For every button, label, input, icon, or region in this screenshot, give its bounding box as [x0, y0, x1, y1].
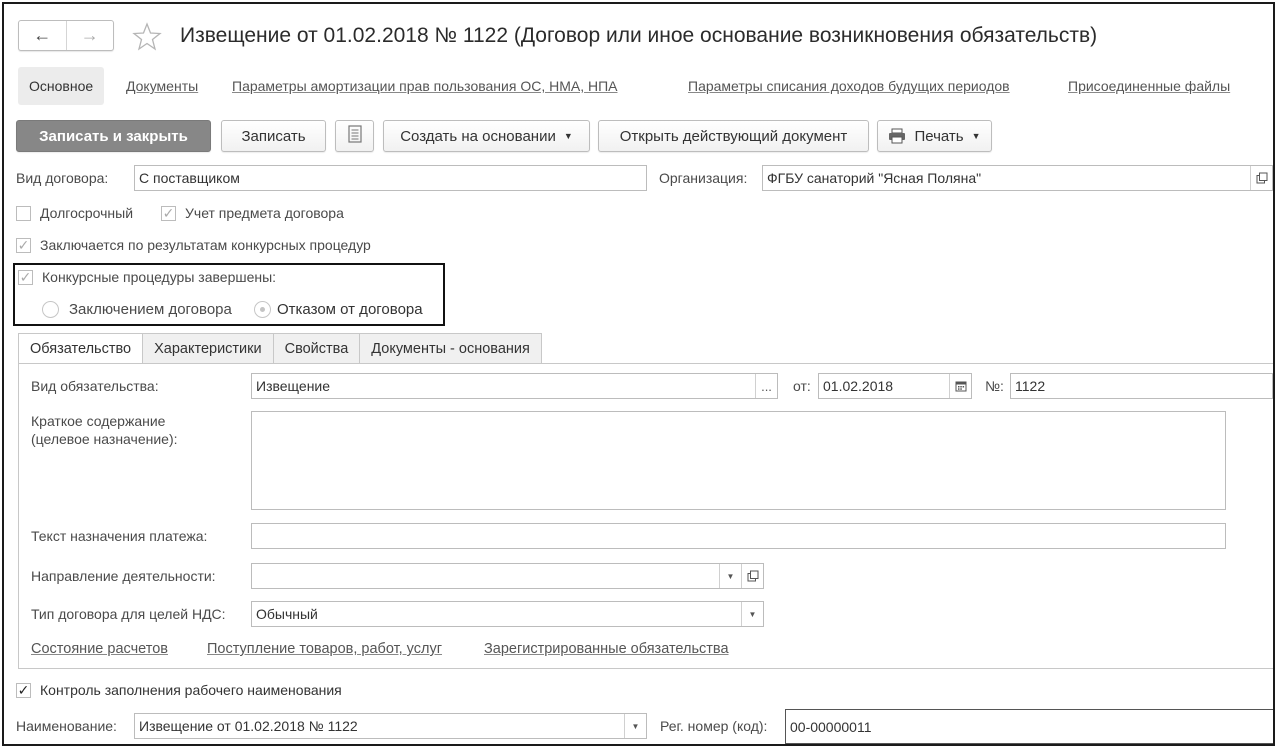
printer-icon	[888, 128, 906, 144]
tab-obligation[interactable]: Обязательство	[18, 333, 144, 364]
chevron-down-icon: ▼	[563, 131, 573, 141]
long-term-label: Долгосрочный	[40, 205, 134, 221]
open-current-document-label: Открыть действующий документ	[619, 127, 848, 145]
navigation-buttons: ← →	[18, 20, 114, 51]
organization-value: ФГБУ санаторий "Ясная Поляна"	[767, 170, 982, 186]
payment-text-label: Текст назначения платежа:	[31, 528, 208, 544]
competitive-done-option[interactable]: ✓ Конкурсные процедуры завершены:	[18, 269, 276, 285]
name-field[interactable]: Извещение от 01.02.2018 № 1122 ▼	[134, 713, 647, 739]
activity-label: Направление деятельности:	[31, 568, 216, 584]
save-and-close-label: Записать и закрыть	[39, 127, 188, 145]
competitive-option[interactable]: ✓ Заключается по результатам конкурсных …	[16, 237, 371, 253]
long-term-checkbox[interactable]	[16, 205, 31, 221]
list-menu-button[interactable]	[335, 120, 374, 152]
subject-accounting-checkbox[interactable]: ✓	[161, 205, 176, 221]
print-button[interactable]: Печать ▼	[877, 120, 992, 152]
control-naming-option[interactable]: ✓ Контроль заполнения рабочего наименова…	[16, 682, 342, 698]
competitive-label: Заключается по результатам конкурсных пр…	[40, 237, 371, 253]
organization-label: Организация:	[659, 170, 748, 186]
save-and-close-button[interactable]: Записать и закрыть	[16, 120, 211, 152]
summary-label-line2: (целевое назначение):	[31, 431, 178, 447]
open-icon[interactable]	[1250, 166, 1272, 190]
organization-field[interactable]: ФГБУ санаторий "Ясная Поляна"	[762, 165, 1273, 191]
radio-conclusion[interactable]	[42, 301, 59, 318]
contract-kind-field[interactable]: С поставщиком	[134, 165, 647, 191]
back-button[interactable]: ←	[19, 21, 66, 50]
link-settlements[interactable]: Состояние расчетов	[31, 641, 168, 657]
save-label: Записать	[241, 127, 306, 145]
section-main[interactable]: Основное	[18, 67, 105, 105]
chevron-down-icon[interactable]: ▼	[624, 714, 646, 738]
obligation-kind-value: Извещение	[256, 378, 331, 394]
section-amortization[interactable]: Параметры амортизации прав пользования О…	[232, 67, 618, 105]
calendar-icon[interactable]	[949, 374, 971, 398]
payment-text-field[interactable]	[251, 523, 1226, 549]
obligation-date-value: 01.02.2018	[823, 378, 894, 394]
open-current-document-button[interactable]: Открыть действующий документ	[598, 120, 869, 152]
tab-base-documents[interactable]: Документы - основания	[360, 333, 542, 364]
control-naming-checkbox[interactable]: ✓	[16, 682, 31, 698]
activity-field[interactable]: ▼	[251, 563, 764, 589]
contract-kind-label: Вид договора:	[16, 170, 109, 186]
obligation-number-label: №:	[985, 378, 1004, 394]
vat-type-field[interactable]: Обычный ▼	[251, 601, 764, 627]
subject-accounting-option[interactable]: ✓ Учет предмета договора	[161, 205, 344, 221]
link-receipts[interactable]: Поступление товаров, работ, услуг	[207, 641, 442, 657]
competitive-checkbox[interactable]: ✓	[16, 237, 31, 253]
radio-conclusion-option[interactable]: Заключением договора	[42, 301, 232, 318]
summary-textarea[interactable]	[251, 411, 1226, 510]
section-attached-files[interactable]: Присоединенные файлы	[1068, 67, 1230, 105]
content-tabs: Обязательство Характеристики Свойства До…	[18, 333, 542, 364]
document-title: Извещение от 01.02.2018 № 1122 (Договор …	[180, 24, 1098, 47]
reg-number-field[interactable]: 00-00000011	[785, 709, 1273, 744]
name-label: Наименование:	[16, 718, 117, 734]
name-value: Извещение от 01.02.2018 № 1122	[139, 718, 358, 734]
open-icon[interactable]	[741, 564, 763, 588]
obligation-number-field[interactable]: 1122	[1010, 373, 1273, 399]
subject-accounting-label: Учет предмета договора	[185, 205, 344, 221]
create-based-on-button[interactable]: Создать на основании ▼	[383, 120, 590, 152]
favorite-star-icon[interactable]	[132, 22, 162, 52]
choose-button[interactable]: ...	[755, 374, 777, 398]
document-window: ← → Извещение от 01.02.2018 № 1122 (Дого…	[2, 2, 1275, 746]
chevron-down-icon[interactable]: ▼	[741, 602, 763, 626]
chevron-down-icon: ▼	[971, 131, 981, 141]
obligation-kind-field[interactable]: Извещение ...	[251, 373, 778, 399]
radio-refusal[interactable]	[254, 301, 271, 318]
forward-button[interactable]: →	[65, 21, 114, 50]
print-label: Печать	[914, 127, 964, 145]
link-registered-obligations[interactable]: Зарегистрированные обязательства	[484, 641, 729, 657]
save-button[interactable]: Записать	[221, 120, 326, 152]
long-term-option[interactable]: Долгосрочный	[16, 205, 133, 221]
reg-number-label: Рег. номер (код):	[660, 718, 768, 734]
tab-properties[interactable]: Свойства	[273, 333, 361, 364]
obligation-kind-label: Вид обязательства:	[31, 378, 159, 394]
competitive-done-label: Конкурсные процедуры завершены:	[42, 269, 277, 285]
create-based-on-label: Создать на основании	[400, 127, 556, 145]
obligation-date-label: от:	[793, 378, 811, 394]
competitive-done-checkbox[interactable]: ✓	[18, 269, 33, 285]
tab-characteristics[interactable]: Характеристики	[143, 333, 274, 364]
vat-type-value: Обычный	[256, 606, 318, 622]
section-deferred-income[interactable]: Параметры списания доходов будущих перио…	[688, 67, 1010, 105]
control-naming-label: Контроль заполнения рабочего наименовани…	[40, 682, 342, 698]
chevron-down-icon[interactable]: ▼	[719, 564, 741, 588]
radio-refusal-label: Отказом от договора	[277, 301, 423, 318]
list-icon	[347, 125, 362, 147]
section-documents[interactable]: Документы	[126, 67, 198, 105]
obligation-date-field[interactable]: 01.02.2018	[818, 373, 972, 399]
radio-refusal-option[interactable]: Отказом от договора	[254, 301, 423, 318]
radio-conclusion-label: Заключением договора	[69, 301, 232, 318]
summary-label-line1: Краткое содержание	[31, 413, 166, 429]
vat-type-label: Тип договора для целей НДС:	[31, 606, 226, 622]
